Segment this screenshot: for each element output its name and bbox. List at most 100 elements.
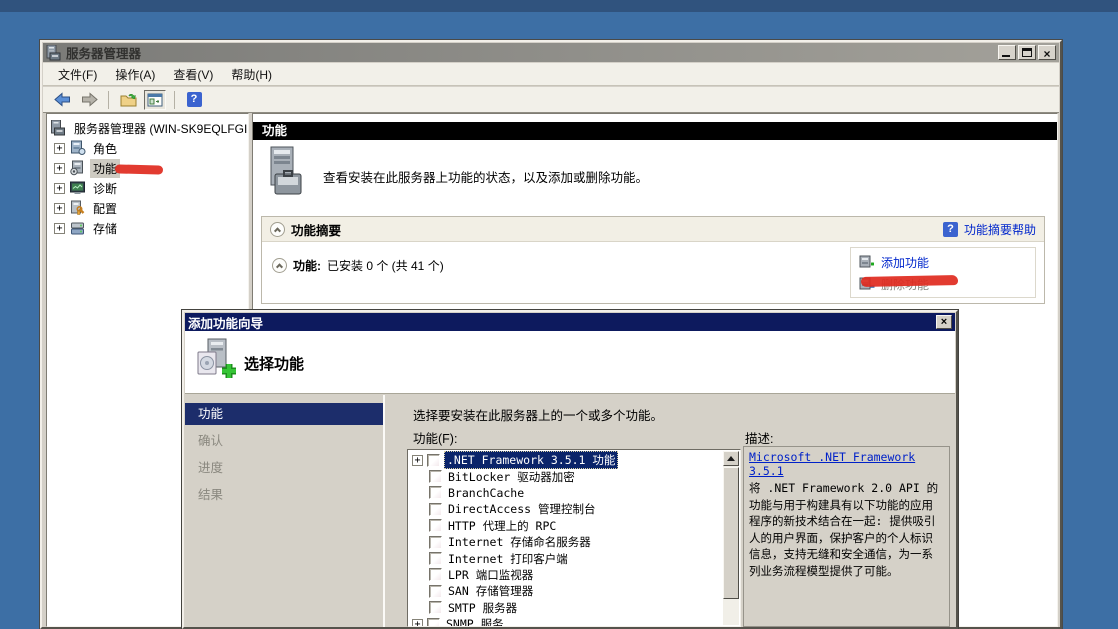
feature-row[interactable]: DirectAccess 管理控制台 [412, 501, 740, 517]
diagnostics-icon [69, 180, 86, 196]
instruction-text: 选择要安装在此服务器上的一个或多个功能。 [413, 405, 663, 424]
expand-icon[interactable]: + [54, 183, 65, 194]
desktop: 服务器管理器 × 文件(F) 操作(A) 查看(V) 帮助(H) ? [0, 0, 1118, 629]
summary-help-icon: ? [943, 222, 958, 237]
features-summary-panel: 功能摘要 ? 功能摘要帮助 功能: 已安装 0 个 (共 41 个) 添加功能 [261, 216, 1045, 304]
back-button[interactable] [51, 90, 73, 110]
feature-checkbox[interactable] [429, 503, 442, 516]
step-results[interactable]: 结果 [185, 484, 383, 506]
tree-item-storage[interactable]: + 存储 [47, 218, 248, 238]
feature-row[interactable]: BitLocker 驱动器加密 [412, 468, 740, 484]
feature-row[interactable]: BranchCache [412, 485, 740, 501]
scroll-up-button[interactable] [723, 451, 739, 466]
server-manager-node-icon [50, 120, 67, 136]
step-progress[interactable]: 进度 [185, 457, 383, 479]
feature-row[interactable]: LPR 端口监视器 [412, 567, 740, 583]
feature-description-text: 将 .NET Framework 2.0 API 的功能与用于构建具有以下功能的… [749, 480, 944, 579]
expand-icon[interactable]: + [412, 619, 423, 627]
expand-icon[interactable]: + [54, 163, 65, 174]
features-icon [69, 160, 86, 176]
toolbar: ? [43, 87, 1059, 113]
feature-checkbox[interactable] [429, 552, 442, 565]
configuration-icon [69, 200, 86, 216]
feature-checkbox[interactable] [429, 585, 442, 598]
toolbar-separator [108, 91, 109, 109]
tree-item-configuration[interactable]: + 配置 [47, 198, 248, 218]
close-button[interactable]: × [1038, 45, 1056, 60]
help-icon: ? [187, 92, 202, 107]
console-properties-button[interactable] [144, 90, 166, 110]
tree-item-diagnostics[interactable]: + 诊断 [47, 178, 248, 198]
close-icon: × [1043, 47, 1050, 61]
feature-checkbox[interactable] [427, 618, 440, 627]
wizard-steps: 功能 确认 进度 结果 [185, 395, 385, 627]
feature-checkbox[interactable] [429, 568, 442, 581]
expand-icon[interactable]: + [54, 223, 65, 234]
feature-checkbox[interactable] [429, 519, 442, 532]
feature-row[interactable]: + .NET Framework 3.5.1 功能 [412, 452, 740, 468]
collapse-chevron-icon[interactable] [270, 222, 285, 237]
menu-help[interactable]: 帮助(H) [222, 63, 281, 86]
dialog-body: 功能 确认 进度 结果 选择要安装在此服务器上的一个或多个功能。 功能(F): … [185, 395, 955, 627]
forward-button[interactable] [78, 90, 100, 110]
window-titlebar[interactable]: 服务器管理器 × [43, 43, 1059, 62]
feature-description-link[interactable]: Microsoft .NET Framework 3.5.1 [749, 450, 944, 478]
feature-checkbox[interactable] [429, 470, 442, 483]
collapse-chevron-icon[interactable] [272, 258, 287, 273]
expand-icon[interactable]: + [412, 455, 423, 466]
expand-icon[interactable]: + [54, 203, 65, 214]
tree-root-server-manager[interactable]: 服务器管理器 (WIN-SK9EQLFGIL [47, 118, 248, 138]
feature-row[interactable]: Internet 存储命名服务器 [412, 534, 740, 550]
dialog-titlebar[interactable]: 添加功能向导 × [185, 313, 955, 331]
feature-row[interactable]: Internet 打印客户端 [412, 550, 740, 566]
desktop-top-strip [0, 0, 1118, 12]
dialog-header: 选择功能 [185, 331, 955, 394]
minimize-button[interactable] [998, 45, 1016, 60]
feature-row[interactable]: HTTP 代理上的 RPC [412, 518, 740, 534]
add-features-wizard-dialog: 添加功能向导 × 选择功能 功能 确认 进度 结果 选择要安装在此服务器上的一个… [182, 310, 958, 629]
features-list-label: 功能(F): [413, 428, 457, 447]
summary-header: 功能摘要 ? 功能摘要帮助 [262, 217, 1044, 242]
summary-help-link[interactable]: 功能摘要帮助 [964, 221, 1036, 238]
add-features-icon [859, 254, 875, 270]
tree-item-roles[interactable]: + 角色 [47, 138, 248, 158]
show-hide-tree-button[interactable] [117, 90, 139, 110]
features-listbox[interactable]: + .NET Framework 3.5.1 功能 BitLocker 驱动器加… [407, 449, 741, 627]
window-title: 服务器管理器 [66, 43, 994, 62]
menu-action[interactable]: 操作(A) [106, 63, 164, 86]
features-count: 已安装 0 个 (共 41 个) [327, 257, 444, 274]
tree-item-label: 诊断 [90, 179, 120, 198]
summary-title: 功能摘要 [291, 220, 937, 239]
menu-bar: 文件(F) 操作(A) 查看(V) 帮助(H) [43, 63, 1059, 86]
feature-row[interactable]: SMTP 服务器 [412, 600, 740, 616]
add-features-action[interactable]: 添加功能 [859, 251, 1027, 273]
scrollbar-thumb[interactable] [723, 467, 739, 599]
dialog-heading: 选择功能 [244, 353, 304, 374]
tree-item-label: 存储 [90, 219, 120, 238]
step-confirmation[interactable]: 确认 [185, 430, 383, 452]
feature-checkbox[interactable] [427, 454, 440, 467]
step-features[interactable]: 功能 [185, 403, 383, 425]
feature-checkbox[interactable] [429, 486, 442, 499]
tree-item-label: 配置 [90, 199, 120, 218]
listbox-scrollbar[interactable] [723, 451, 739, 625]
expand-icon[interactable]: + [54, 143, 65, 154]
scroll-up-icon [727, 456, 735, 461]
feature-checkbox[interactable] [429, 601, 442, 614]
feature-checkbox[interactable] [429, 536, 442, 549]
content-description: 查看安装在此服务器上功能的状态，以及添加或删除功能。 [323, 167, 648, 186]
menu-view[interactable]: 查看(V) [164, 63, 222, 86]
help-button[interactable]: ? [183, 90, 205, 110]
menu-file[interactable]: 文件(F) [49, 63, 106, 86]
feature-row[interactable]: + SNMP 服务 [412, 616, 740, 627]
back-arrow-icon [54, 92, 71, 107]
console-window-icon [147, 93, 163, 107]
dialog-close-button[interactable]: × [936, 315, 952, 329]
tree-root-label: 服务器管理器 (WIN-SK9EQLFGIL [71, 119, 249, 138]
content-title-bar: 功能 [253, 122, 1057, 140]
server-manager-app-icon [46, 45, 62, 61]
add-features-link[interactable]: 添加功能 [881, 254, 929, 271]
storage-icon [69, 220, 86, 236]
maximize-button[interactable] [1018, 45, 1036, 60]
feature-row[interactable]: SAN 存储管理器 [412, 583, 740, 599]
